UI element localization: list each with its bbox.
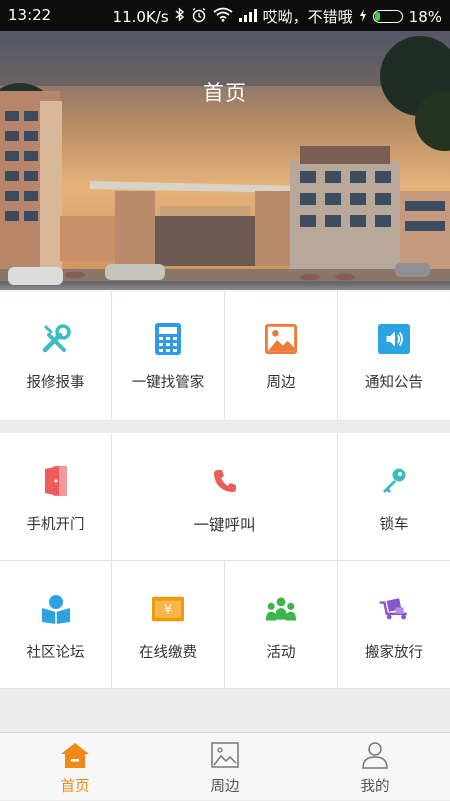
network-speed: 11.0K/s [112, 7, 169, 26]
group-icon [265, 593, 297, 625]
one-key-call-button[interactable]: 一键呼叫 [112, 433, 338, 561]
tab-mine[interactable]: 我的 [300, 733, 450, 801]
person-icon [360, 740, 390, 770]
lock-car-label: 锁车 [379, 517, 409, 533]
charging-icon [359, 8, 367, 26]
activity-button[interactable]: 活动 [225, 561, 338, 689]
tab-nearby-label: 周边 [210, 779, 240, 795]
notice-button[interactable]: 通知公告 [338, 291, 450, 421]
service-grid-top: 报修报事 一键找管家 周边 通知公告 [0, 291, 450, 421]
picture-icon [210, 740, 240, 770]
reader-icon [40, 593, 72, 625]
moving-pass-label: 搬家放行 [365, 645, 423, 661]
battery-icon [372, 10, 403, 23]
hero-illustration [0, 31, 450, 290]
door-icon [40, 465, 72, 497]
hero-banner: 首页 [0, 31, 450, 290]
forum-button[interactable]: 社区论坛 [0, 561, 112, 689]
page-title: 首页 [203, 81, 247, 105]
service-grid-bottom: 手机开门 一键呼叫 锁车 社区论坛 ¥ 在线缴费 活动 搬家放行 [0, 433, 450, 689]
wrench-screwdriver-icon [40, 323, 72, 355]
wifi-icon [213, 7, 233, 26]
lock-car-button[interactable]: 锁车 [338, 433, 450, 561]
phone-icon [209, 465, 241, 497]
status-right: 11.0K/s 哎呦，不错哦 18% [113, 6, 442, 27]
online-payment-label: 在线缴费 [139, 645, 197, 661]
svg-text:¥: ¥ [164, 603, 172, 617]
calculator-icon [152, 323, 184, 355]
carrier-name: 哎呦，不错哦 [262, 8, 353, 26]
alarm-icon [191, 7, 207, 27]
key-icon [378, 465, 410, 497]
status-bar: 13:22 11.0K/s 哎呦，不错哦 18% [0, 0, 450, 31]
yuan-bill-icon: ¥ [152, 593, 184, 625]
moving-cart-icon [378, 593, 410, 625]
tab-home[interactable]: 首页 [0, 733, 150, 801]
moving-pass-button[interactable]: 搬家放行 [338, 561, 450, 689]
online-payment-button[interactable]: ¥ 在线缴费 [112, 561, 225, 689]
status-time: 13:22 [8, 6, 52, 24]
nearby-button[interactable]: 周边 [225, 291, 338, 421]
bottom-tab-bar: 首页 周边 我的 [0, 732, 450, 800]
forum-label: 社区论坛 [26, 645, 85, 661]
repair-report-label: 报修报事 [26, 375, 85, 391]
home-icon [60, 740, 90, 770]
repair-report-button[interactable]: 报修报事 [0, 291, 112, 421]
activity-label: 活动 [266, 645, 296, 661]
notice-label: 通知公告 [365, 375, 423, 391]
battery-level [374, 12, 380, 21]
tab-mine-label: 我的 [360, 779, 390, 795]
signal-icon [238, 8, 257, 26]
nearby-label: 周边 [266, 375, 296, 391]
speaker-icon [378, 323, 410, 355]
tab-nearby[interactable]: 周边 [150, 733, 300, 801]
one-key-call-label: 一键呼叫 [193, 516, 256, 534]
battery-percent: 18% [408, 7, 442, 26]
tab-home-label: 首页 [60, 779, 90, 795]
find-butler-label: 一键找管家 [131, 375, 205, 391]
landscape-icon [265, 323, 297, 355]
open-door-button[interactable]: 手机开门 [0, 433, 112, 561]
bluetooth-icon [175, 7, 185, 26]
find-butler-button[interactable]: 一键找管家 [112, 291, 225, 421]
open-door-label: 手机开门 [26, 517, 85, 533]
